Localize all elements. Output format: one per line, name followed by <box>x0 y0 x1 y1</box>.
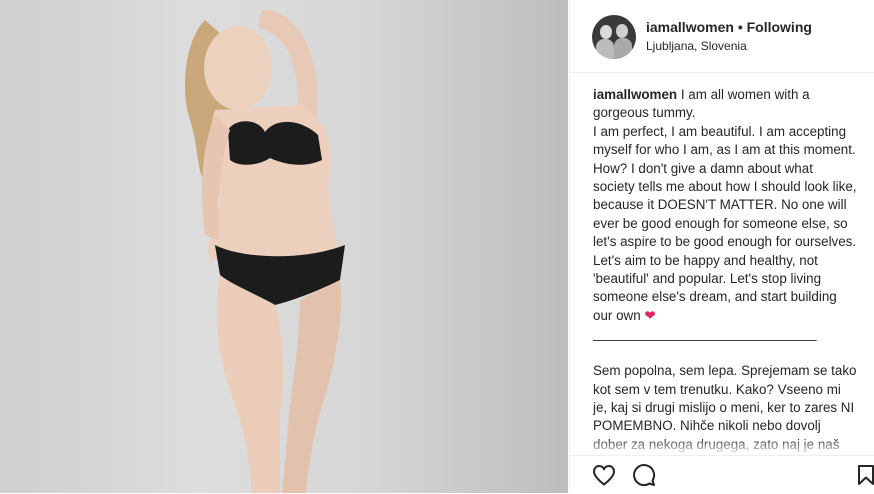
photo-bra <box>228 121 322 165</box>
comment-bubble-icon[interactable] <box>630 462 658 488</box>
bookmark-icon[interactable] <box>852 462 874 488</box>
photo-leg-left <box>216 275 284 493</box>
post-details-panel: iamallwomen • Following Ljubljana, Slove… <box>569 0 874 493</box>
caption-username[interactable]: iamallwomen <box>593 87 677 102</box>
photo-figure-illustration <box>185 9 345 493</box>
caption-text-english: I am all women with a gorgeous tummy. I … <box>593 87 857 323</box>
post-header: iamallwomen • Following Ljubljana, Slove… <box>570 0 874 73</box>
post-actions-bar <box>570 455 874 494</box>
photo-leg-right <box>282 280 341 493</box>
post-location[interactable]: Ljubljana, Slovenia <box>646 39 747 53</box>
avatar[interactable] <box>592 15 636 59</box>
instagram-post-view: iamallwomen • Following Ljubljana, Slove… <box>0 0 874 493</box>
caption-fade <box>593 438 858 456</box>
heart-outline-icon[interactable] <box>590 462 618 488</box>
post-author-username[interactable]: iamallwomen <box>646 19 734 35</box>
photo-head <box>204 26 272 110</box>
post-author-line: iamallwomen • Following <box>646 19 812 35</box>
following-button[interactable]: Following <box>747 19 812 35</box>
post-caption: iamallwomen I am all women with a gorgeo… <box>593 86 858 454</box>
caption-divider: ______________________________ <box>593 326 817 342</box>
red-heart-emoji: ❤ <box>644 307 656 323</box>
separator-dot: • <box>737 19 743 35</box>
post-photo[interactable] <box>0 0 568 493</box>
